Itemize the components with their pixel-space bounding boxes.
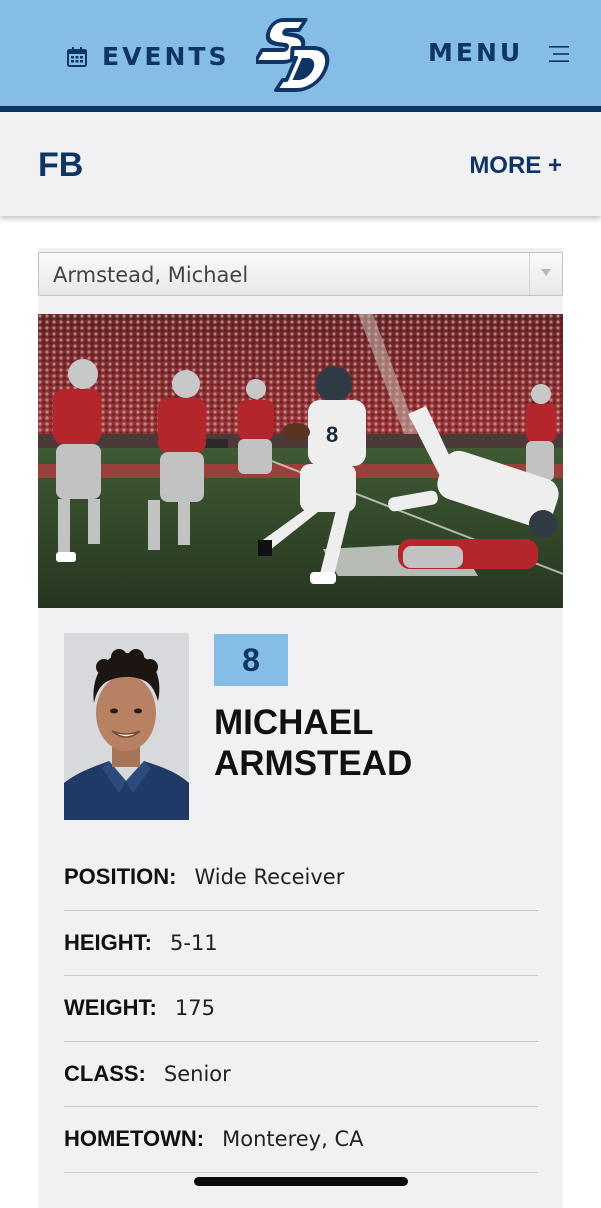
jersey-number-badge: 8 — [214, 634, 288, 686]
bio-row-position: POSITION: Wide Receiver — [64, 845, 538, 911]
tackled-player — [398, 539, 538, 569]
menu-button[interactable]: MENU — [428, 38, 570, 67]
home-indicator[interactable] — [194, 1177, 408, 1186]
bio-label: HEIGHT: — [64, 929, 152, 955]
sport-title: FB — [38, 146, 84, 184]
bio-row-height: HEIGHT: 5-11 — [64, 911, 538, 976]
player-select[interactable]: Armstead, Michael — [38, 252, 563, 296]
sd-logo[interactable]: SD — [256, 10, 348, 94]
bio-label: HOMETOWN: — [64, 1126, 205, 1152]
bio-value: Wide Receiver — [194, 865, 345, 890]
bio-value: Monterey, CA — [222, 1127, 364, 1152]
more-button[interactable]: MORE + — [469, 152, 562, 180]
bio-row-weight: WEIGHT: 175 — [64, 976, 538, 1042]
bio-row-hometown: HOMETOWN: Monterey, CA — [64, 1107, 538, 1173]
hamburger-icon — [549, 45, 570, 62]
chevron-down-icon — [541, 269, 551, 276]
player-first-name: MICHAEL — [214, 703, 374, 742]
jersey-number: 8 — [242, 641, 260, 678]
player-last-name: ARMSTEAD — [214, 744, 413, 783]
bio-label: POSITION: — [64, 864, 177, 890]
bio-label: WEIGHT: — [64, 995, 157, 1021]
bio-value: Senior — [163, 1061, 231, 1086]
top-header: EVENTS SD MENU — [0, 0, 601, 112]
bio-row-class: CLASS: Senior — [64, 1042, 538, 1107]
action-photo: 8 — [38, 314, 563, 608]
player-headshot — [64, 633, 189, 820]
player-select-value: Armstead, Michael — [53, 263, 249, 287]
bio-value: 175 — [174, 996, 215, 1021]
menu-label: MENU — [428, 38, 524, 67]
sport-subheader: FB MORE + — [0, 112, 601, 216]
player-name: MICHAEL ARMSTEAD — [214, 702, 544, 784]
events-label: EVENTS — [102, 42, 230, 71]
calendar-icon — [67, 46, 87, 67]
select-arrow-box[interactable] — [529, 253, 562, 295]
player-bio-list: POSITION: Wide Receiver HEIGHT: 5-11 WEI… — [64, 845, 538, 1173]
svg-text:8: 8 — [326, 422, 338, 447]
bio-value: 5-11 — [170, 930, 218, 955]
bio-label: CLASS: — [64, 1060, 146, 1086]
events-link[interactable]: EVENTS — [66, 42, 230, 71]
player-card: Armstead, Michael 8 8 MICHAEL ARMSTEAD P… — [38, 248, 563, 1208]
